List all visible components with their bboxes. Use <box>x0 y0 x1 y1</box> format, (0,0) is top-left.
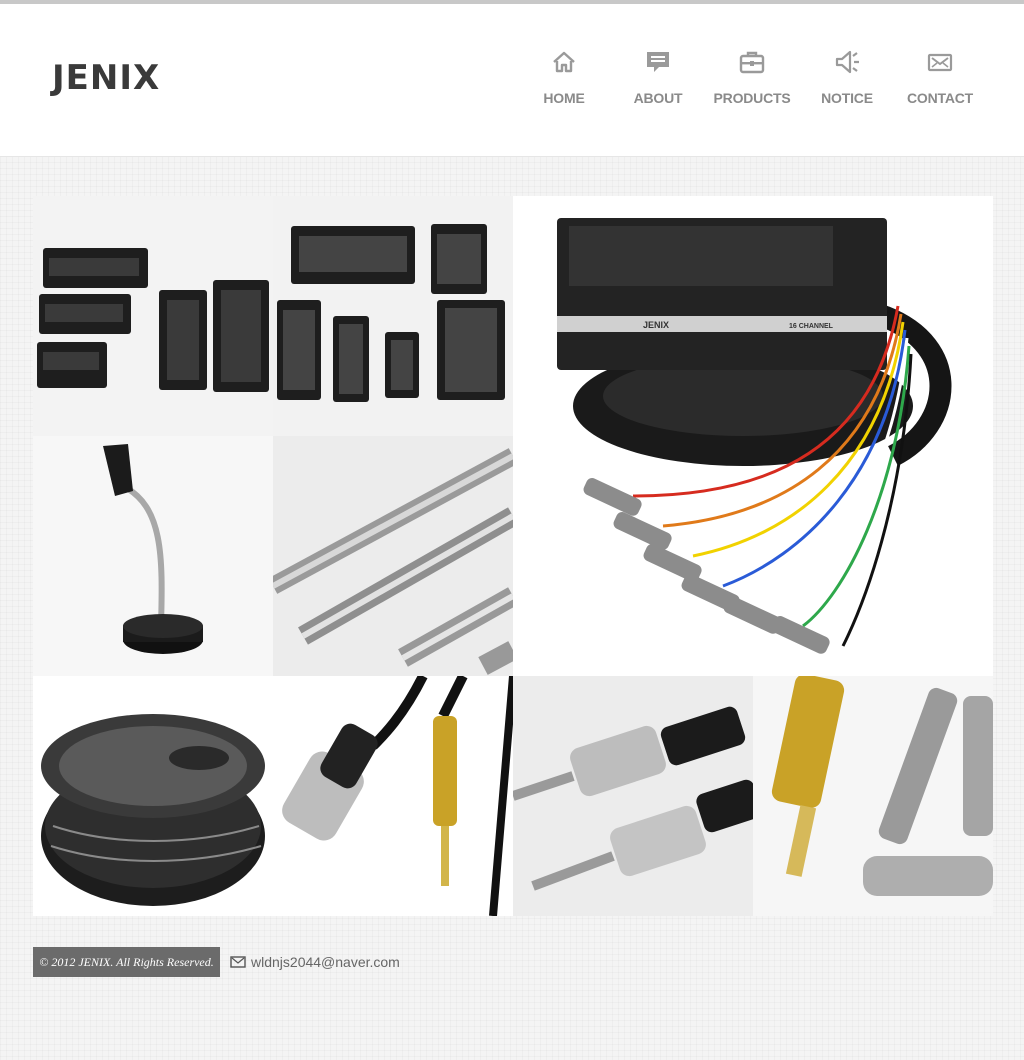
photo-medium-stage-boxes[interactable] <box>273 196 513 436</box>
photo-16-channel-snake[interactable]: JENIX 16 CHANNEL <box>513 196 993 676</box>
photo-gooseneck-mic-stand[interactable] <box>33 436 273 676</box>
nav-home[interactable]: HOME <box>516 48 612 106</box>
nav-products[interactable]: PRODUCTS <box>704 48 800 106</box>
nav-products-label: PRODUCTS <box>713 90 791 106</box>
product-gallery: JENIX 16 CHANNEL <box>33 196 993 916</box>
copyright-badge: © 2012 JENIX. All Rights Reserved. <box>33 947 220 977</box>
nav-contact[interactable]: CONTACT <box>892 48 988 106</box>
home-icon <box>553 51 575 73</box>
photo-gold-right-angle-jacks[interactable] <box>753 676 993 916</box>
photo-trs-plugs[interactable] <box>513 676 753 916</box>
briefcase-icon <box>739 51 765 74</box>
nav-home-label: HOME <box>543 90 585 106</box>
nav-notice[interactable]: NOTICE <box>799 48 895 106</box>
site-header: JENIX HOME ABOUT PRODUCTS NOTICE CONTACT <box>0 4 1024 157</box>
footer-email-text: wldnjs2044@naver.com <box>251 954 400 970</box>
stagebox-brand-label: JENIX <box>643 320 669 330</box>
photo-cable-spool[interactable] <box>33 676 273 916</box>
photo-chrome-gooseneck-tubes[interactable] <box>273 436 513 676</box>
nav-about[interactable]: ABOUT <box>610 48 706 106</box>
speech-bubble-icon <box>647 52 669 72</box>
envelope-icon <box>927 53 953 72</box>
site-logo[interactable]: JENIX <box>52 58 160 98</box>
nav-about-label: ABOUT <box>633 90 683 106</box>
stagebox-channel-label: 16 CHANNEL <box>789 323 834 330</box>
photo-xlr-to-jack-cable[interactable] <box>273 676 513 916</box>
envelope-icon <box>230 956 246 968</box>
footer-email[interactable]: wldnjs2044@naver.com <box>230 953 400 971</box>
nav-notice-label: NOTICE <box>821 90 873 106</box>
megaphone-icon <box>835 50 859 74</box>
nav-contact-label: CONTACT <box>907 90 973 106</box>
photo-small-stage-boxes[interactable] <box>33 196 273 436</box>
